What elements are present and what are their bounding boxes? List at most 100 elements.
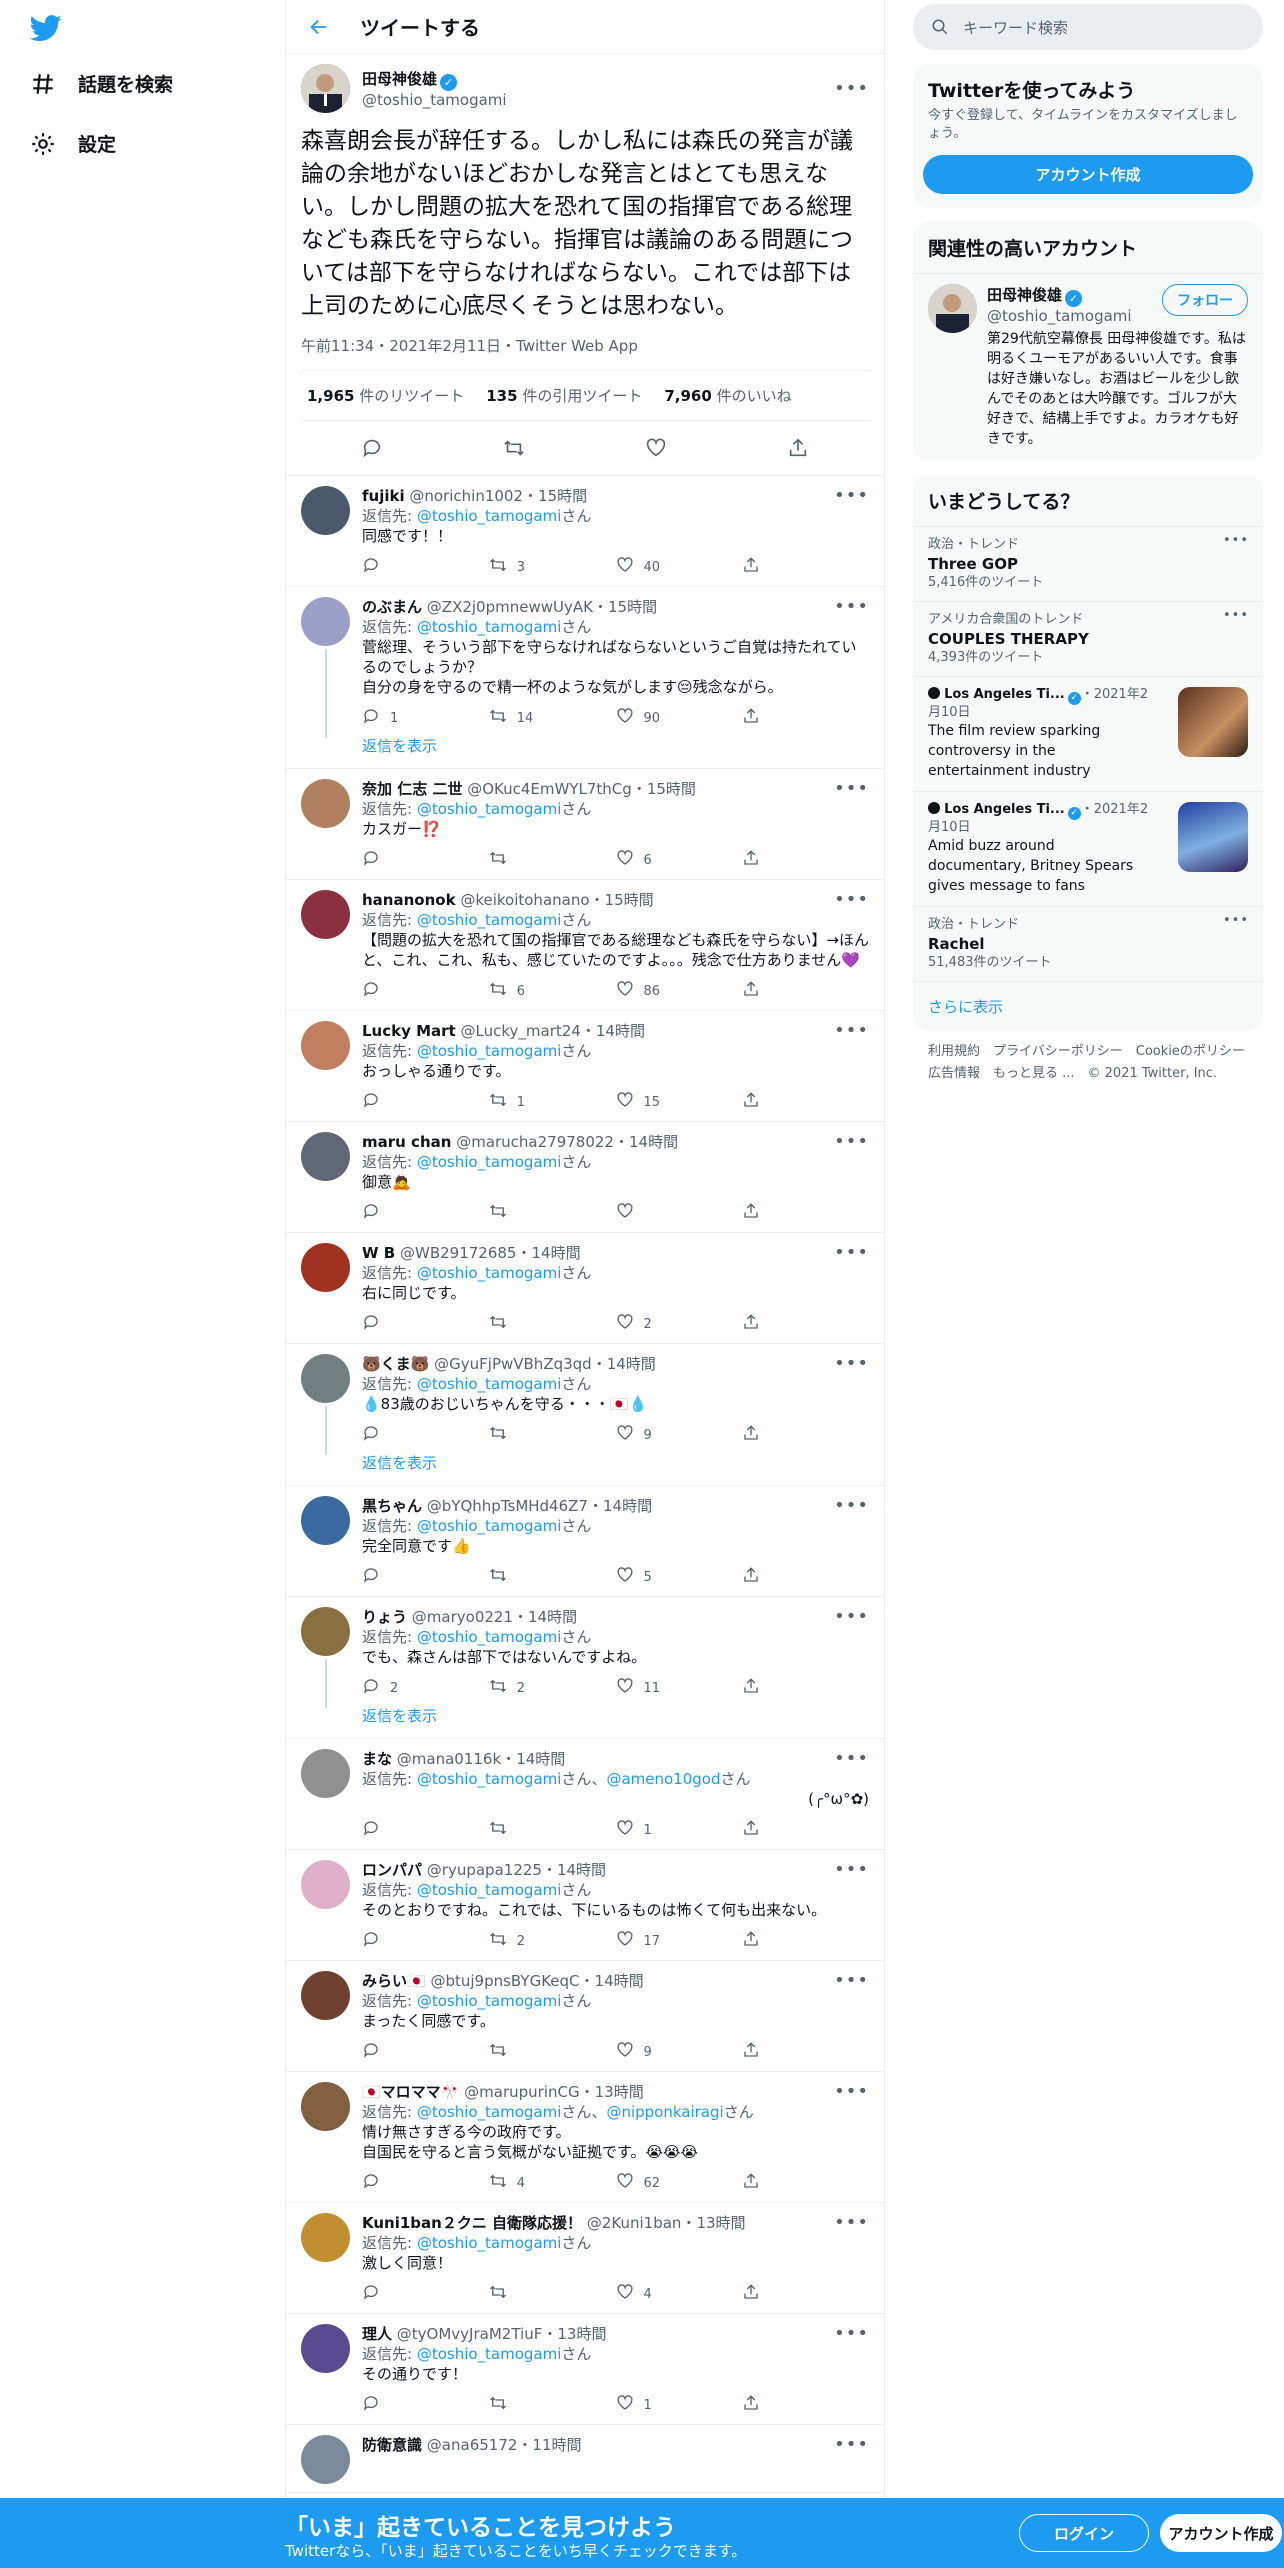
like-button[interactable]	[616, 1202, 743, 1224]
related-name[interactable]: 田母神俊雄	[987, 286, 1062, 304]
avatar[interactable]	[301, 1496, 350, 1545]
mention-link[interactable]: @toshio_tamogami	[417, 1770, 562, 1788]
show-replies-link[interactable]: 返信を表示	[362, 1699, 869, 1730]
mention-link[interactable]: @toshio_tamogami	[417, 1628, 562, 1646]
avatar[interactable]	[301, 64, 350, 113]
reply-button[interactable]	[362, 2394, 489, 2416]
mention-link[interactable]: @toshio_tamogami	[417, 1375, 562, 1393]
trend-item[interactable]: アメリカ合衆国のトレンド COUPLES THERAPY 4,393件のツイート…	[913, 601, 1263, 676]
mention-link[interactable]: @toshio_tamogami	[417, 911, 562, 929]
reply-button[interactable]	[362, 2283, 489, 2305]
follow-button[interactable]: フォロー	[1162, 284, 1248, 316]
like-button[interactable]: 86	[616, 980, 743, 1002]
share-icon[interactable]	[787, 437, 809, 459]
share-button[interactable]	[742, 1930, 869, 1952]
share-button[interactable]	[742, 1202, 869, 1224]
share-button[interactable]	[742, 1677, 869, 1699]
reply-button[interactable]	[362, 1091, 489, 1113]
avatar[interactable]	[301, 1607, 350, 1656]
like-button[interactable]: 62	[616, 2172, 743, 2194]
more-icon[interactable]: •••	[834, 486, 869, 506]
reply-author-name[interactable]: 🇯🇵マロママ🎌	[362, 2083, 459, 2101]
show-replies-link[interactable]: 返信を表示	[362, 1446, 869, 1477]
signup-button[interactable]: アカウント作成	[923, 155, 1253, 194]
reply-author-name[interactable]: W B	[362, 1244, 395, 1262]
reply-time[interactable]: 14時間	[607, 1355, 656, 1373]
like-icon[interactable]	[645, 437, 667, 459]
reply-button[interactable]: 2	[362, 1677, 489, 1699]
avatar[interactable]	[301, 2324, 350, 2373]
avatar[interactable]	[301, 486, 350, 535]
avatar[interactable]	[301, 779, 350, 828]
author-handle[interactable]: @toshio_tamogami	[362, 91, 507, 109]
reply-button[interactable]	[362, 2172, 489, 2194]
avatar[interactable]	[301, 2213, 350, 2262]
mention-link[interactable]: @toshio_tamogami	[417, 1264, 562, 1282]
avatar[interactable]	[301, 1971, 350, 2020]
reply-button[interactable]	[362, 1424, 489, 1446]
mention-link[interactable]: @toshio_tamogami	[417, 1153, 562, 1171]
login-button[interactable]: ログイン	[1019, 2514, 1149, 2552]
like-button[interactable]: 9	[616, 1424, 743, 1446]
reply-tweet[interactable]: 🇯🇵マロママ🎌 @marupurinCG・13時間 ••• 返信先: @toshio…	[286, 2072, 884, 2203]
reply-button[interactable]	[362, 556, 489, 578]
share-button[interactable]	[742, 1424, 869, 1446]
avatar[interactable]	[301, 1749, 350, 1798]
reply-time[interactable]: 14時間	[531, 1244, 580, 1262]
reply-button[interactable]	[362, 1313, 489, 1335]
reply-author-name[interactable]: 🐻くま🐻	[362, 1355, 429, 1373]
news-item[interactable]: Los Angeles Ti... ✓ ・2021年2月10日 The film r…	[913, 676, 1263, 791]
retweet-button[interactable]	[489, 1424, 616, 1446]
more-icon[interactable]: •••	[1223, 913, 1249, 928]
trend-item[interactable]: 政治・トレンド Rachel 51,483件のツイート •••	[913, 906, 1263, 981]
retweet-button[interactable]	[489, 849, 616, 871]
mention-link[interactable]: @toshio_tamogami	[417, 1881, 562, 1899]
mention-link[interactable]: @toshio_tamogami	[417, 1042, 562, 1060]
reply-tweet[interactable]: まな @mana0116k・14時間 ••• 返信先: @toshio_tamoga…	[286, 1739, 884, 1850]
reply-time[interactable]: 14時間	[603, 1497, 652, 1515]
reply-button[interactable]	[362, 1566, 489, 1588]
retweet-button[interactable]	[489, 2283, 616, 2305]
more-icon[interactable]: •••	[834, 597, 869, 617]
like-button[interactable]: 40	[616, 556, 743, 578]
like-button[interactable]: 4	[616, 2283, 743, 2305]
retweet-button[interactable]: 2	[489, 1677, 616, 1699]
like-button[interactable]: 1	[616, 1819, 743, 1841]
reply-time[interactable]: 15時間	[608, 598, 657, 616]
share-button[interactable]	[742, 1566, 869, 1588]
reply-time[interactable]: 11時間	[532, 2436, 581, 2454]
retweet-button[interactable]: 1	[489, 1091, 616, 1113]
reply-time[interactable]: 14時間	[516, 1750, 565, 1768]
share-button[interactable]	[742, 980, 869, 1002]
author-name[interactable]: 田母神俊雄	[362, 70, 437, 88]
news-item[interactable]: Los Angeles Ti... ✓ ・2021年2月10日 Amid buzz …	[913, 791, 1263, 906]
share-button[interactable]	[742, 707, 869, 729]
more-icon[interactable]: •••	[834, 1971, 869, 1991]
search-input[interactable]: キーワード検索	[913, 4, 1263, 50]
retweet-button[interactable]	[489, 1202, 616, 1224]
avatar[interactable]	[301, 1243, 350, 1292]
reply-tweet[interactable]: 黒ちゃん @bYQhhpTsMHd46Z7・14時間 ••• 返信先: @toshi…	[286, 1486, 884, 1597]
reply-time[interactable]: 14時間	[528, 1608, 577, 1626]
reply-tweet[interactable]: みらい🇯🇵 @btuj9pnsBYGKeqC・14時間 ••• 返信先: @tosh…	[286, 1961, 884, 2072]
reply-tweet[interactable]: 防衛意識 @ana65172・11時間 •••	[286, 2425, 884, 2493]
reply-button[interactable]	[362, 849, 489, 871]
more-icon[interactable]: •••	[834, 1749, 869, 1769]
mention-link[interactable]: @toshio_tamogami	[417, 2345, 562, 2363]
nav-settings[interactable]: 設定	[30, 130, 116, 157]
reply-time[interactable]: 15時間	[647, 780, 696, 798]
footer-links[interactable]: 利用規約 プライバシーポリシー Cookieのポリシー 広告情報 もっと見る .…	[913, 1031, 1263, 1095]
mention-link[interactable]: @toshio_tamogami	[417, 1992, 562, 2010]
like-button[interactable]: 2	[616, 1313, 743, 1335]
reply-author-name[interactable]: 理人	[362, 2325, 392, 2343]
reply-author-name[interactable]: 黒ちゃん	[362, 1497, 422, 1515]
quote-count[interactable]: 135 件の引用ツイート	[486, 385, 642, 406]
more-icon[interactable]: •••	[834, 1243, 869, 1263]
more-icon[interactable]: •••	[834, 890, 869, 910]
tweet-meta[interactable]: 午前11:34・2021年2月11日・Twitter Web App	[301, 335, 869, 356]
like-count[interactable]: 7,960 件のいいね	[664, 385, 791, 406]
mention-link[interactable]: @toshio_tamogami	[417, 800, 562, 818]
reply-button[interactable]	[362, 980, 489, 1002]
share-button[interactable]	[742, 1819, 869, 1841]
reply-button[interactable]: 1	[362, 707, 489, 729]
